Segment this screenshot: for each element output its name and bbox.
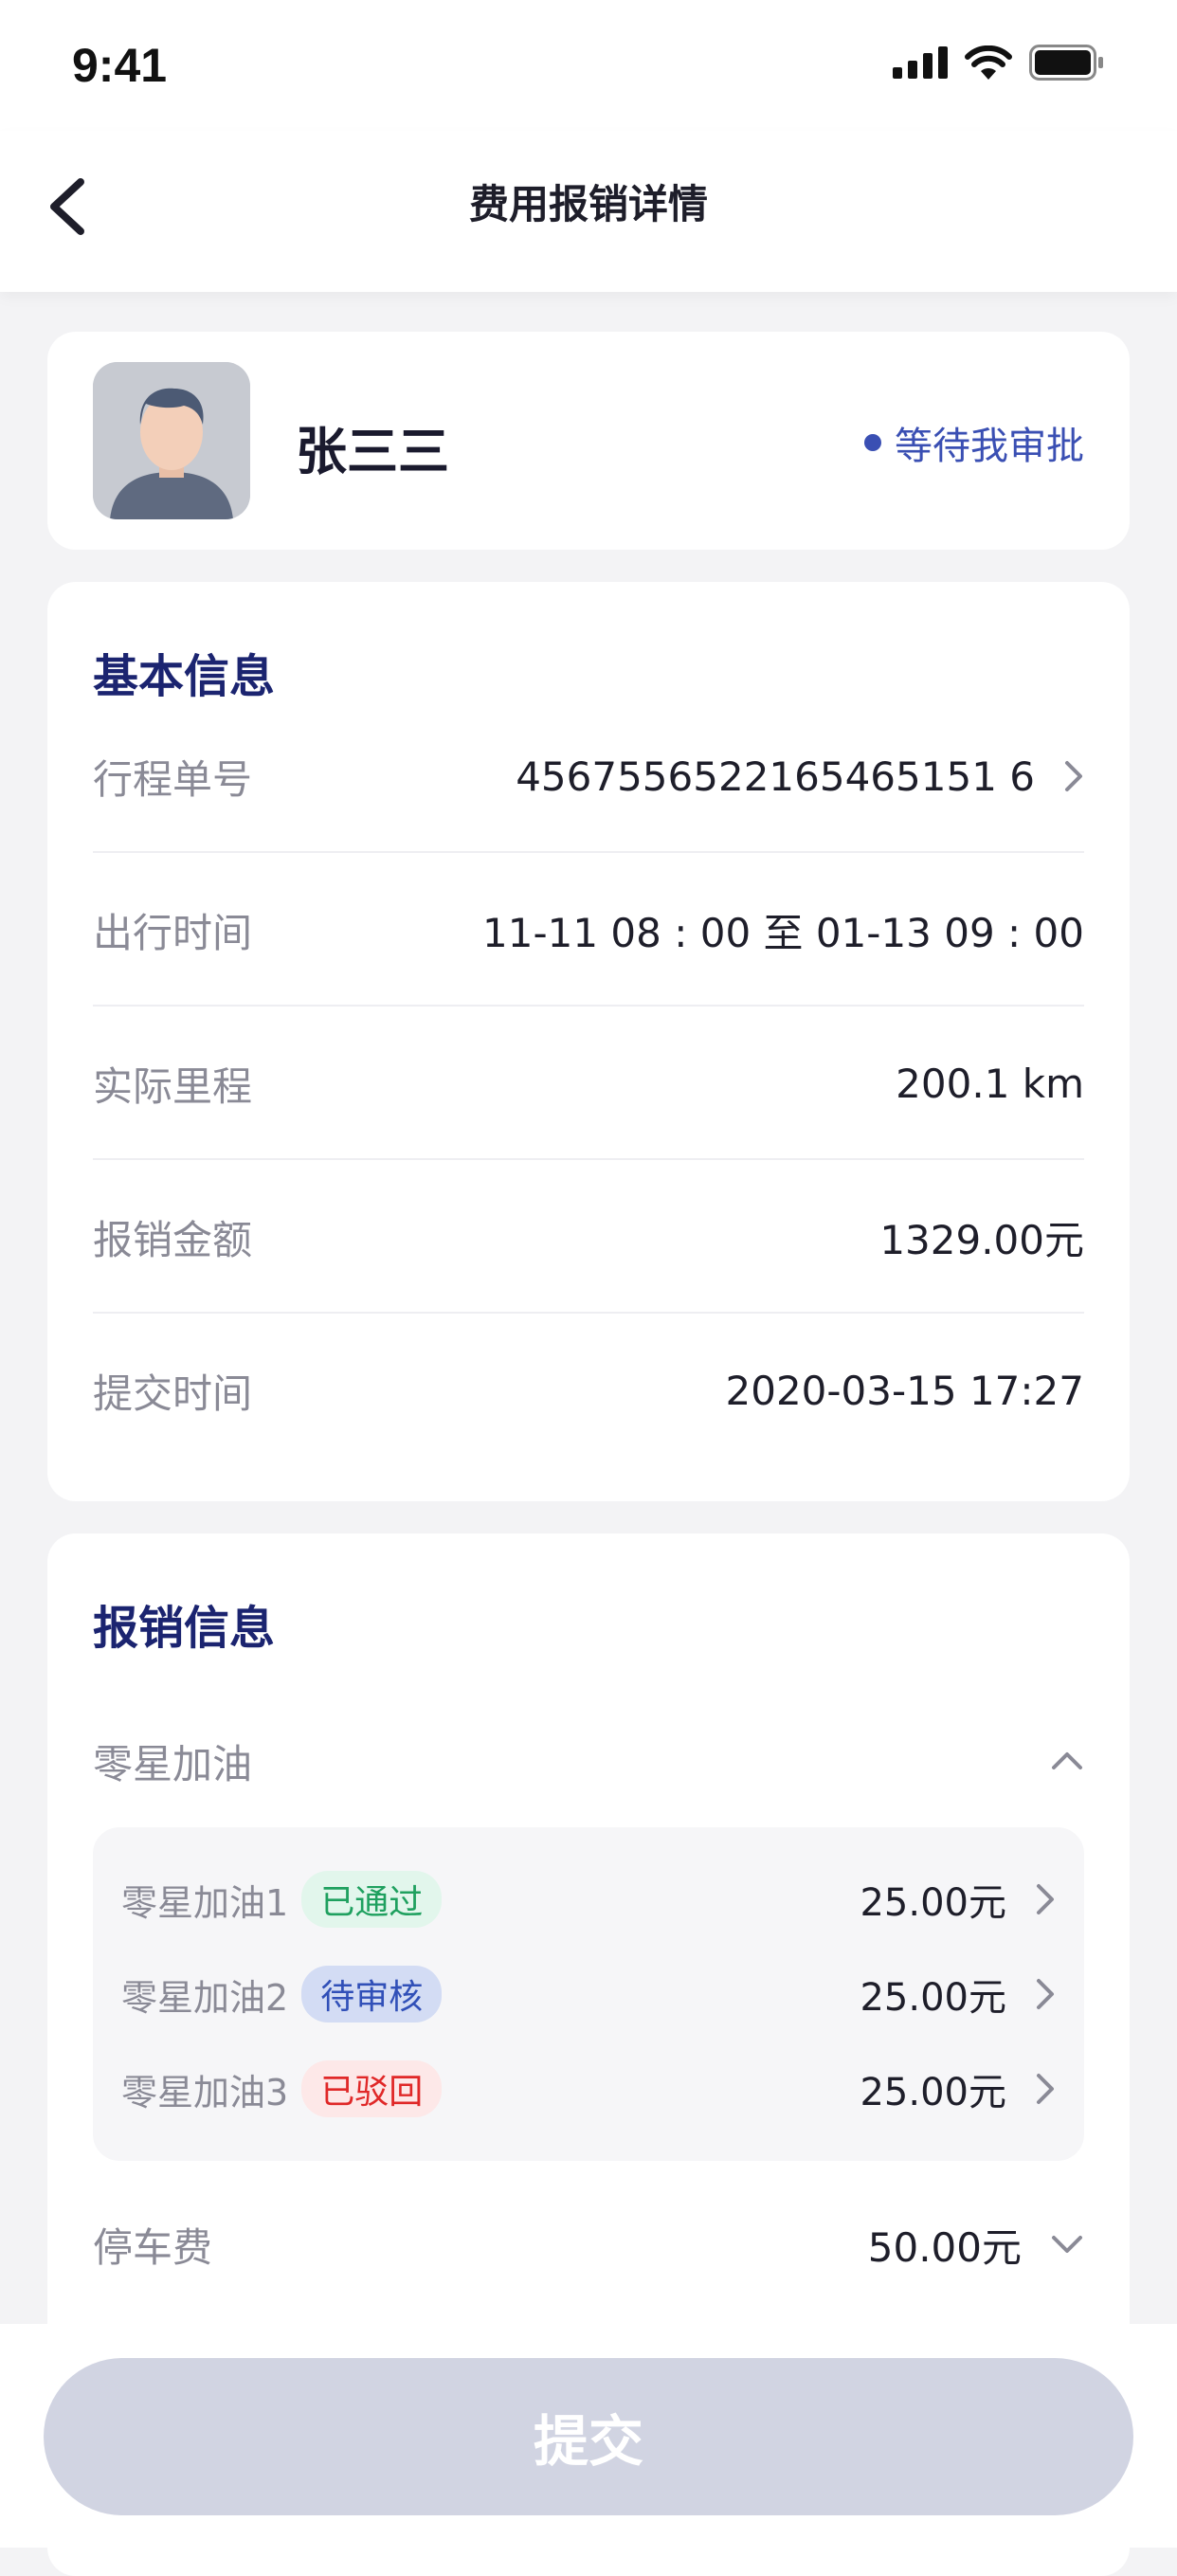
item-label: 零星加油3 bbox=[121, 2071, 289, 2113]
page-title: 费用报销详情 bbox=[468, 181, 708, 227]
info-label: 报销金额 bbox=[93, 1216, 253, 1263]
fuel-items-panel: 零星加油1 已通过 25.00元 零星加油2 待审核 25.00元 零星加油3 … bbox=[93, 1827, 1084, 2161]
item-label: 零星加油1 bbox=[121, 1881, 289, 1924]
status-bar: 9:41 bbox=[0, 0, 1177, 131]
approval-status-label: 等待我审批 bbox=[895, 425, 1084, 468]
chevron-right-icon bbox=[1035, 1977, 1056, 2011]
category-amount: 50.00元 bbox=[867, 2223, 1022, 2271]
chevron-right-icon bbox=[1035, 1882, 1056, 1916]
info-label: 出行时间 bbox=[93, 909, 253, 956]
category-label: 停车费 bbox=[93, 2223, 213, 2271]
battery-icon bbox=[1029, 45, 1103, 81]
status-icons bbox=[893, 44, 1105, 82]
reimbursement-info-title: 报销信息 bbox=[93, 1602, 276, 1655]
wifi-icon bbox=[965, 45, 1012, 80]
item-amount: 25.00元 bbox=[860, 1976, 1006, 2020]
mileage-value: 200.1 km bbox=[896, 1060, 1084, 1107]
applicant-card: 张三三 等待我审批 bbox=[47, 332, 1130, 550]
list-item[interactable]: 零星加油1 已通过 25.00元 bbox=[121, 1852, 1056, 1947]
status-dot-icon bbox=[864, 434, 881, 451]
chevron-up-icon bbox=[1052, 1752, 1082, 1769]
status-time: 9:41 bbox=[72, 39, 168, 92]
status-badge: 已驳回 bbox=[301, 2060, 443, 2117]
bottom-action-bar: 提交 bbox=[0, 2324, 1177, 2548]
chevron-right-icon bbox=[1063, 759, 1084, 793]
navigation-bar: 费用报销详情 bbox=[0, 131, 1177, 292]
applicant-name: 张三三 bbox=[296, 422, 449, 481]
category-parking-header[interactable]: 停车费 50.00元 bbox=[93, 2187, 1084, 2301]
basic-info-title: 基本信息 bbox=[93, 650, 276, 703]
info-label: 提交时间 bbox=[93, 1370, 253, 1417]
list-item[interactable]: 零星加油3 已驳回 25.00元 bbox=[121, 2041, 1056, 2136]
submit-button[interactable]: 提交 bbox=[44, 2358, 1133, 2515]
category-label: 零星加油 bbox=[93, 1740, 253, 1787]
status-badge: 已通过 bbox=[301, 1871, 443, 1928]
chevron-right-icon bbox=[1035, 2072, 1056, 2106]
category-fuel-header[interactable]: 零星加油 bbox=[93, 1704, 1084, 1818]
user-avatar-icon bbox=[93, 362, 250, 519]
cellular-signal-icon bbox=[893, 46, 948, 79]
item-amount: 25.00元 bbox=[860, 2071, 1006, 2114]
avatar bbox=[93, 362, 250, 519]
item-label: 零星加油2 bbox=[121, 1976, 289, 2019]
chevron-down-icon bbox=[1050, 2234, 1084, 2255]
travel-time-value: 11-11 08 : 00 至 01-13 09 : 00 bbox=[482, 909, 1084, 956]
trip-number-value: 4567556522165465151 6 bbox=[516, 753, 1035, 800]
info-label: 实际里程 bbox=[93, 1062, 253, 1110]
info-label: 行程单号 bbox=[93, 755, 253, 803]
trip-number-row[interactable]: 行程单号 4567556522165465151 6 bbox=[93, 699, 1084, 853]
status-badge: 待审核 bbox=[301, 1966, 443, 2023]
amount-value: 1329.00元 bbox=[879, 1216, 1084, 1263]
basic-info-card: 基本信息 行程单号 4567556522165465151 6 出行时间 11-… bbox=[47, 582, 1130, 1501]
item-amount: 25.00元 bbox=[860, 1881, 1006, 1925]
approval-status-badge: 等待我审批 bbox=[864, 415, 1084, 470]
amount-row: 报销金额 1329.00元 bbox=[93, 1160, 1084, 1314]
mileage-row: 实际里程 200.1 km bbox=[93, 1007, 1084, 1160]
list-item[interactable]: 零星加油2 待审核 25.00元 bbox=[121, 1947, 1056, 2041]
submit-time-row: 提交时间 2020-03-15 17:27 bbox=[93, 1314, 1084, 1467]
travel-time-row: 出行时间 11-11 08 : 00 至 01-13 09 : 00 bbox=[93, 853, 1084, 1007]
submit-time-value: 2020-03-15 17:27 bbox=[725, 1367, 1084, 1414]
